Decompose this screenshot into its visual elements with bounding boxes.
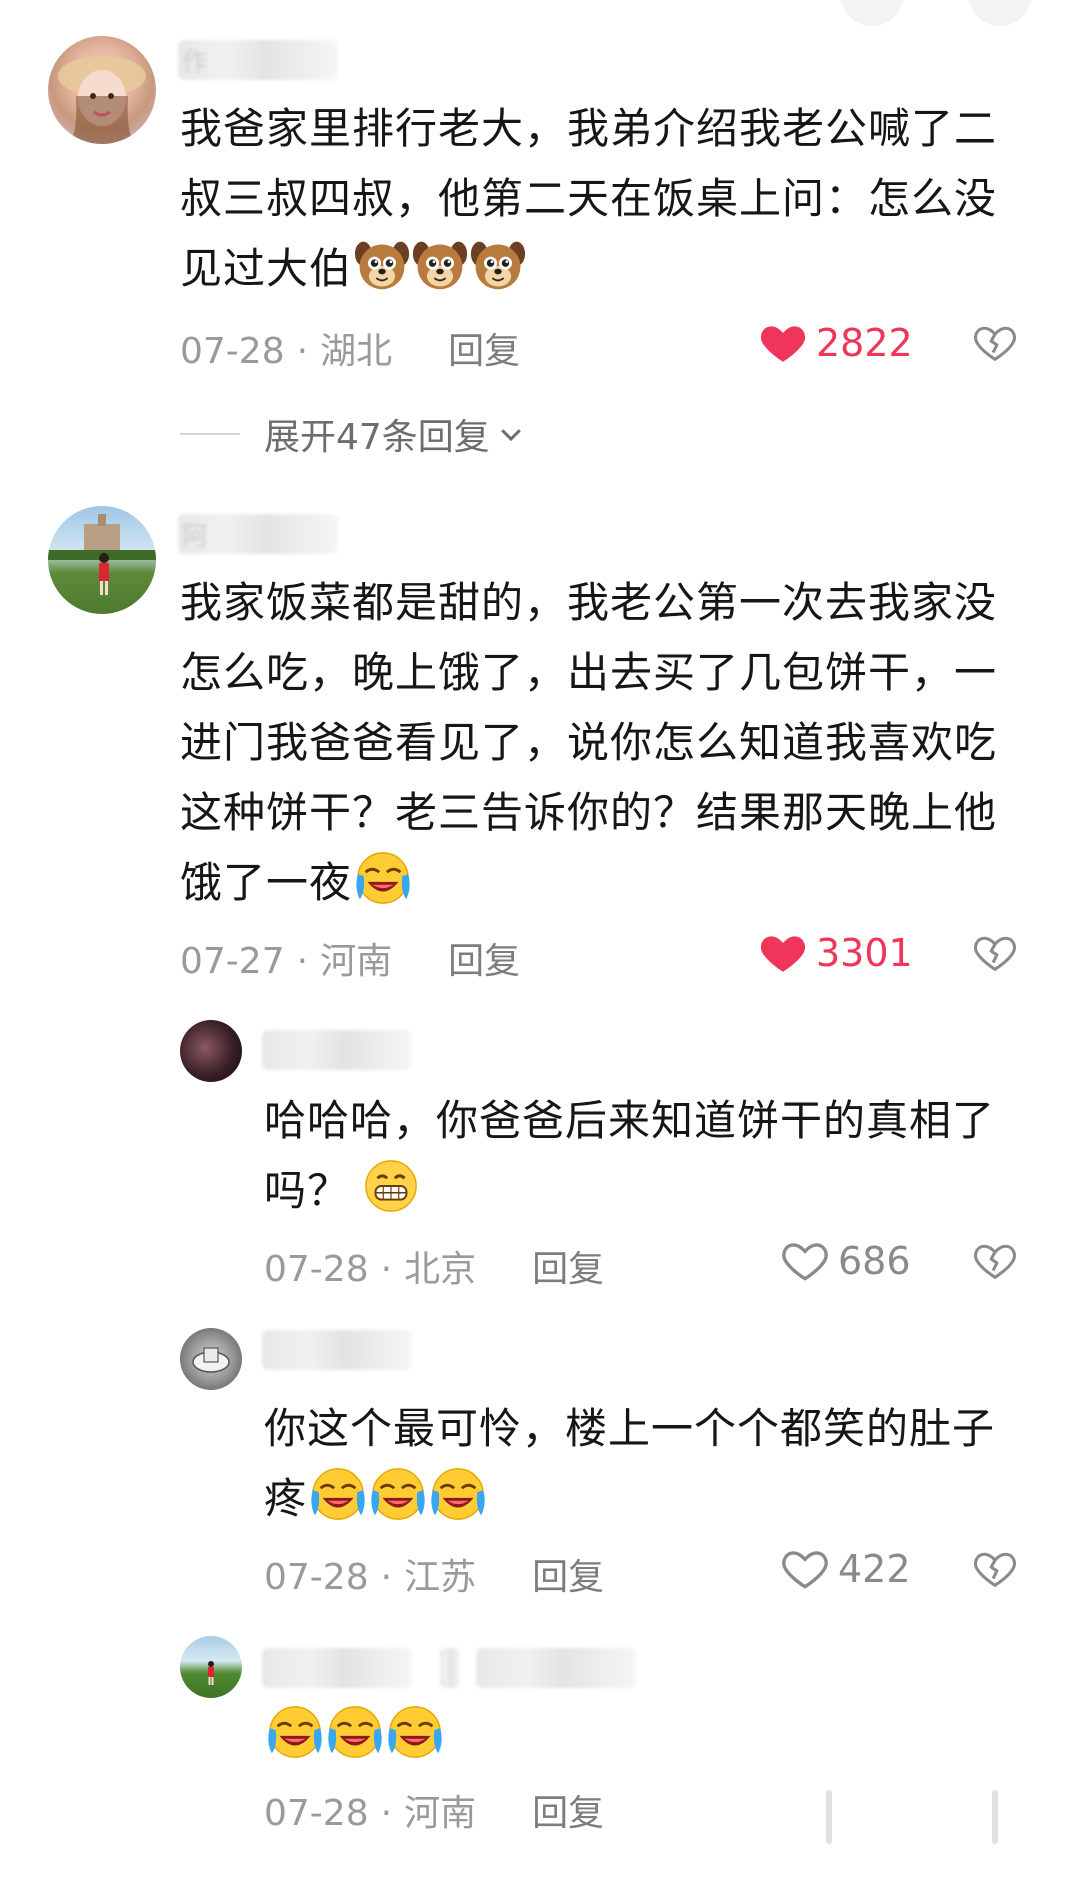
reply-meta: 07-28 · 河南 回复 xyxy=(264,1793,605,1834)
grinning-emoji xyxy=(362,1157,420,1215)
reply-location: 河南 xyxy=(404,1793,477,1834)
reply-text xyxy=(264,1702,1034,1772)
username-blurred[interactable]: 阿 xyxy=(178,514,338,554)
reply-button[interactable]: 回复 xyxy=(532,1793,604,1834)
username-blurred[interactable]: 作 xyxy=(178,40,338,80)
crying-laughing-emoji xyxy=(354,849,412,907)
like-count: 3301 xyxy=(816,931,913,975)
dog-face-emoji xyxy=(412,237,468,293)
reply-location: 江苏 xyxy=(404,1557,477,1598)
avatar-image xyxy=(58,56,146,144)
expand-replies-label: 展开47条回复 xyxy=(264,417,490,458)
username-blurred[interactable] xyxy=(262,1030,412,1070)
crying-laughing-emoji xyxy=(369,1465,427,1523)
username-blurred[interactable] xyxy=(262,1648,412,1688)
like-count: 2822 xyxy=(816,321,913,365)
crying-laughing-emoji xyxy=(429,1465,487,1523)
comment-meta: 07-28 · 湖北 回复 xyxy=(180,331,521,372)
reply-location: 北京 xyxy=(404,1249,477,1290)
like-count: 686 xyxy=(838,1239,911,1283)
comment-text: 我家饭菜都是甜的，我老公第一次去我家没怎么吃，晚上饿了，出去买了几包饼干，一进门… xyxy=(180,568,1000,918)
username-blurred xyxy=(440,1648,460,1688)
dog-face-emoji xyxy=(470,237,526,293)
reply-button[interactable]: 回复 xyxy=(448,331,520,372)
avatar[interactable] xyxy=(48,36,156,144)
reply-date: 07-28 xyxy=(264,1557,369,1598)
dislike-icon[interactable] xyxy=(970,1546,1020,1592)
username-blurred[interactable] xyxy=(262,1330,412,1370)
reply-date: 07-28 xyxy=(264,1249,369,1290)
avatar[interactable] xyxy=(180,1328,242,1390)
like-button[interactable]: 686 xyxy=(780,1236,911,1286)
avatar-image xyxy=(208,1661,214,1685)
heart-filled-icon xyxy=(758,318,808,368)
dislike-icon[interactable] xyxy=(970,1238,1020,1284)
action-placeholder xyxy=(826,1790,832,1844)
comment-meta: 07-27 · 河南 回复 xyxy=(180,941,521,982)
heart-filled-icon xyxy=(758,928,808,978)
comment-body: 我家饭菜都是甜的，我老公第一次去我家没怎么吃，晚上饿了，出去买了几包饼干，一进门… xyxy=(180,578,998,907)
avatar[interactable] xyxy=(180,1020,242,1082)
like-button[interactable]: 422 xyxy=(780,1544,911,1594)
chevron-down-icon xyxy=(501,429,521,442)
heart-outline-icon xyxy=(780,1236,830,1286)
reply-text: 哈哈哈，你爸爸后来知道饼干的真相了吗？ xyxy=(264,1086,1034,1226)
action-placeholder xyxy=(992,1790,998,1844)
crying-laughing-emoji xyxy=(309,1465,367,1523)
crying-laughing-emoji xyxy=(266,1703,324,1761)
avatar[interactable] xyxy=(48,506,156,614)
top-more-button[interactable] xyxy=(968,0,1032,26)
reply-text: 你这个最可怜，楼上一个个都笑的肚子疼 xyxy=(264,1394,1034,1534)
comment-date: 07-28 xyxy=(180,331,285,372)
avatar-image xyxy=(48,514,156,595)
crying-laughing-emoji xyxy=(326,1703,384,1761)
comment-location: 湖北 xyxy=(320,331,393,372)
avatar[interactable] xyxy=(180,1636,242,1698)
dislike-icon[interactable] xyxy=(970,320,1020,366)
avatar-image xyxy=(192,1347,230,1373)
dog-face-emoji xyxy=(354,237,410,293)
dislike-icon[interactable] xyxy=(970,930,1020,976)
like-count: 422 xyxy=(838,1547,911,1591)
reply-button[interactable]: 回复 xyxy=(532,1249,604,1290)
comment-body: 我爸家里排行老大，我弟介绍我老公喊了二叔三叔四叔，他第二天在饭桌上问：怎么没见过… xyxy=(180,104,998,293)
comment-date: 07-27 xyxy=(180,941,285,982)
comment-text: 我爸家里排行老大，我弟介绍我老公喊了二叔三叔四叔，他第二天在饭桌上问：怎么没见过… xyxy=(180,94,1000,304)
reply-date: 07-28 xyxy=(264,1793,369,1834)
like-button[interactable]: 3301 xyxy=(758,928,913,978)
reply-meta: 07-28 · 北京 回复 xyxy=(264,1249,605,1290)
top-action-button[interactable] xyxy=(840,0,904,26)
comment-location: 河南 xyxy=(320,941,393,982)
username-blurred xyxy=(476,1648,636,1688)
reply-button[interactable]: 回复 xyxy=(532,1557,604,1598)
expand-divider xyxy=(180,433,240,435)
like-button[interactable]: 2822 xyxy=(758,318,913,368)
crying-laughing-emoji xyxy=(386,1703,444,1761)
reply-meta: 07-28 · 江苏 回复 xyxy=(264,1557,605,1598)
reply-button[interactable]: 回复 xyxy=(448,941,520,982)
heart-outline-icon xyxy=(780,1544,830,1594)
expand-replies[interactable]: 展开47条回复 xyxy=(180,408,526,460)
